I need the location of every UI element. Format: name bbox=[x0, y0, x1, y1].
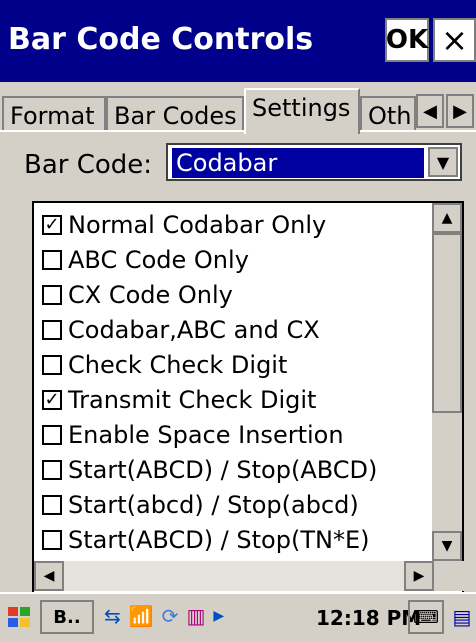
list-item[interactable]: Start(ABCD) / Stop(TN*E) bbox=[42, 524, 369, 556]
list-item[interactable]: Codabar,ABC and CX bbox=[42, 314, 320, 346]
list-item[interactable]: Start(ABCD) / Stop(ABCD) bbox=[42, 454, 377, 486]
window-title: Bar Code Controls bbox=[8, 22, 314, 57]
checkbox[interactable] bbox=[42, 250, 62, 270]
tab-panel-edge bbox=[0, 130, 476, 132]
options-list[interactable]: ✓ Normal Codabar Only ABC Code Only CX C… bbox=[32, 201, 464, 599]
list-item[interactable]: Enable Space Insertion bbox=[42, 419, 344, 451]
option-label: ABC Code Only bbox=[68, 246, 249, 274]
clock[interactable]: 12:18 PM bbox=[316, 606, 421, 630]
checkbox[interactable]: ✓ bbox=[42, 215, 62, 235]
signal-icon[interactable]: 📶 bbox=[129, 604, 154, 628]
vertical-scrollbar[interactable]: ▲ ▼ bbox=[432, 203, 462, 561]
checkbox[interactable] bbox=[42, 425, 62, 445]
ok-button[interactable]: OK bbox=[385, 18, 429, 62]
option-label: Start(abcd) / Stop(abcd) bbox=[68, 491, 359, 519]
chevron-down-icon[interactable]: ▼ bbox=[428, 147, 458, 177]
start-menu-icon[interactable] bbox=[6, 604, 32, 630]
tab-strip: Format Bar Codes Settings Oth ◀ ▶ bbox=[0, 82, 476, 134]
option-label: Start(ABCD) / Stop(TN*E) bbox=[68, 526, 370, 554]
checkbox[interactable] bbox=[42, 285, 62, 305]
tab-scroll-right-icon[interactable]: ▶ bbox=[446, 94, 474, 128]
close-button[interactable]: × bbox=[433, 18, 476, 62]
tab-other[interactable]: Oth bbox=[360, 96, 416, 132]
scrollbar-corner bbox=[434, 561, 464, 591]
taskbar: B.. ⇆ 📶 ⟳ ▥ ▶ 12:18 PM ⌨ ▤ bbox=[0, 592, 476, 641]
scroll-up-icon[interactable]: ▲ bbox=[432, 203, 462, 233]
horizontal-scrollbar[interactable]: ◀ ▶ bbox=[34, 561, 434, 591]
tab-settings[interactable]: Settings bbox=[244, 88, 360, 134]
tab-format[interactable]: Format bbox=[2, 96, 106, 132]
scroll-down-icon[interactable]: ▼ bbox=[432, 531, 462, 561]
taskbar-app-button[interactable]: B.. bbox=[40, 600, 94, 634]
sync-icon[interactable]: ⟳ bbox=[162, 604, 179, 628]
scroll-thumb[interactable] bbox=[432, 233, 462, 413]
option-label: Start(ABCD) / Stop(ABCD) bbox=[68, 456, 378, 484]
option-label: Check Check Digit bbox=[68, 351, 288, 379]
scroll-left-icon[interactable]: ◀ bbox=[34, 561, 64, 591]
arrow-right-icon: ▶ bbox=[213, 608, 225, 624]
list-item[interactable]: Start(abcd) / Stop(abcd) bbox=[42, 489, 359, 521]
list-item[interactable]: ABC Code Only bbox=[42, 244, 249, 276]
option-label: CX Code Only bbox=[68, 281, 233, 309]
list-item[interactable]: CX Code Only bbox=[42, 279, 233, 311]
tab-scroll-left-icon[interactable]: ◀ bbox=[416, 94, 444, 128]
system-tray: ⇆ 📶 ⟳ ▥ ▶ bbox=[104, 604, 224, 628]
network-icon[interactable]: ⇆ bbox=[104, 604, 121, 628]
barcode-icon[interactable]: ▥ bbox=[186, 604, 205, 628]
keyboard-icon[interactable]: ⌨ bbox=[408, 600, 444, 634]
checkbox[interactable] bbox=[42, 460, 62, 480]
sip-icon[interactable]: ▤ bbox=[448, 600, 476, 634]
option-label: Transmit Check Digit bbox=[68, 386, 317, 414]
bar-code-select[interactable]: Codabar ▼ bbox=[166, 143, 462, 181]
list-item[interactable]: ✓ Transmit Check Digit bbox=[42, 384, 316, 416]
scroll-right-icon[interactable]: ▶ bbox=[404, 561, 434, 591]
list-item[interactable]: Check Check Digit bbox=[42, 349, 287, 381]
option-label: Codabar,ABC and CX bbox=[68, 316, 320, 344]
option-label: Enable Space Insertion bbox=[68, 421, 344, 449]
list-item[interactable]: ✓ Normal Codabar Only bbox=[42, 209, 326, 241]
option-label: Normal Codabar Only bbox=[68, 211, 327, 239]
tab-bar-codes[interactable]: Bar Codes bbox=[106, 96, 244, 132]
checkbox[interactable] bbox=[42, 495, 62, 515]
bar-code-selected-value: Codabar bbox=[172, 148, 424, 178]
checkbox[interactable]: ✓ bbox=[42, 390, 62, 410]
checkbox[interactable] bbox=[42, 355, 62, 375]
checkbox[interactable] bbox=[42, 320, 62, 340]
bar-code-label: Bar Code: bbox=[24, 150, 153, 180]
title-bar: Bar Code Controls OK × bbox=[0, 0, 476, 82]
checkbox[interactable] bbox=[42, 530, 62, 550]
